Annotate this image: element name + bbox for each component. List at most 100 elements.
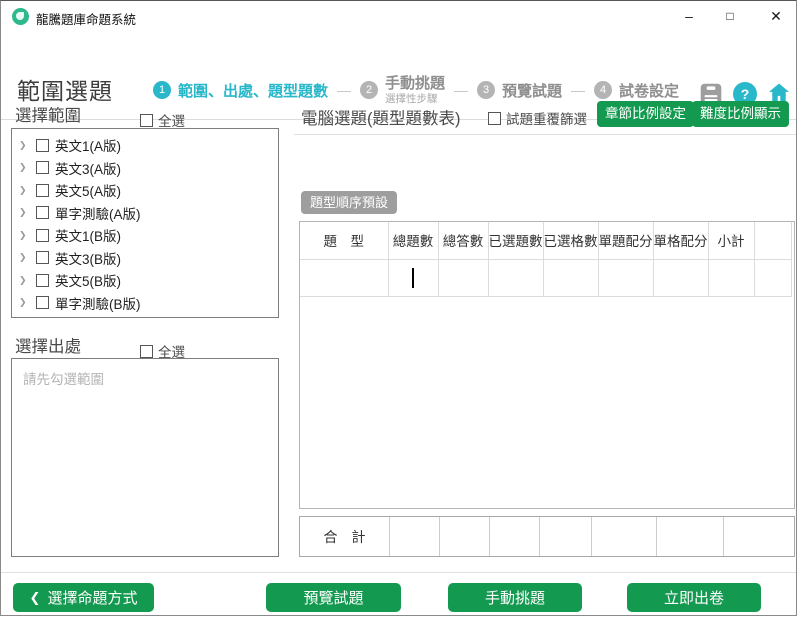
tree-item-checkbox[interactable] [36,251,49,264]
step-3-preview[interactable]: 3 預覽試題 [477,80,562,101]
app-window: 龍騰題庫命題系統 – □ ✕ 範圍選題 1 範圍、出處、題型題數 — 2 手動挑… [0,0,797,616]
type-order-preset-button[interactable]: 題型順序預設 [301,191,397,214]
step-4-label: 試卷設定 [619,80,679,101]
step-separator: — [337,82,351,98]
chevron-right-icon[interactable]: ❯ [19,207,32,218]
tree-item[interactable]: ❯ 英文5(B版) [12,269,278,292]
step-separator: — [571,82,585,98]
chevron-left-icon: ❮ [30,590,41,606]
range-select-all[interactable]: 全選 [140,110,185,130]
tree-item-checkbox[interactable] [36,184,49,197]
tree-item[interactable]: ❯ 英文3(A版) [12,157,278,180]
subtotal-cell[interactable] [708,259,754,296]
total-value-cell [724,517,794,556]
tree-item-checkbox[interactable] [36,274,49,287]
window-title: 龍騰題庫命題系統 [36,9,136,28]
tree-item-checkbox[interactable] [36,139,49,152]
step-2-badge: 2 [360,81,378,99]
empty-cell [754,259,791,296]
tree-item-checkbox[interactable] [36,206,49,219]
preview-questions-button[interactable]: 預覽試題 [266,583,401,612]
step-separator: — [454,82,468,98]
total-value-cell [657,517,724,556]
dedupe-filter[interactable]: 試題重覆篩選 [488,108,587,128]
col-header: 總題數 [388,222,438,259]
table-row [300,259,791,296]
range-tree: ❯ 英文1(A版) ❯ 英文3(A版) ❯ 英文5(A版) ❯ 單字測驗(A版)… [11,128,279,318]
generate-paper-label: 立即出卷 [664,587,724,608]
chevron-right-icon[interactable]: ❯ [19,275,32,286]
col-header: 單格配分 [653,222,708,259]
maximize-button[interactable]: □ [712,1,748,31]
titlebar: 龍騰題庫命題系統 – □ ✕ [1,1,796,31]
step-1-badge: 1 [153,81,171,99]
chevron-right-icon[interactable]: ❯ [19,185,32,196]
selected-count-cell[interactable] [488,259,543,296]
back-to-mode-button[interactable]: ❮ 選擇命題方式 [13,583,154,612]
chevron-right-icon[interactable]: ❯ [19,140,32,151]
step-1-range[interactable]: 1 範圍、出處、題型題數 [153,80,328,101]
tree-item-label: 單字測驗(A版) [55,203,141,223]
total-row: 合 計 [299,516,795,557]
tree-item[interactable]: ❯ 英文1(A版) [12,134,278,157]
tree-item-checkbox[interactable] [36,161,49,174]
tree-item[interactable]: ❯ 英文5(A版) [12,179,278,202]
difficulty-ratio-button[interactable]: 難度比例顯示 [692,101,789,127]
range-select-all-label: 全選 [158,110,185,130]
chevron-right-icon[interactable]: ❯ [19,297,32,308]
tree-item-label: 單字測驗(B版) [55,293,141,313]
source-select-all-checkbox[interactable] [140,345,153,358]
tree-item-label: 英文3(A版) [55,158,121,178]
step-2-manual-pick[interactable]: 2 手動挑題 選擇性步驟 [360,75,445,104]
page-header: 範圍選題 1 範圍、出處、題型題數 — 2 手動挑題 選擇性步驟 — 3 預覽試… [1,31,796,89]
dedupe-filter-checkbox[interactable] [488,112,501,125]
col-header: 小計 [708,222,754,259]
total-value-cell [592,517,657,556]
chevron-right-icon[interactable]: ❯ [19,230,32,241]
tree-item[interactable]: ❯ 單字測驗(B版) [12,292,278,315]
back-to-mode-label: 選擇命題方式 [47,587,137,608]
manual-pick-label: 手動挑題 [485,587,545,608]
source-list: 請先勾選範圍 [11,358,279,557]
step-1-label: 範圍、出處、題型題數 [178,80,328,101]
range-section-title: 選擇範圍 [15,102,81,126]
app-logo-icon [12,8,29,25]
step-2-sublabel: 選擇性步驟 [385,93,445,105]
total-value-cell [490,517,540,556]
total-value-cell [440,517,490,556]
answer-count-cell[interactable] [438,259,488,296]
manual-pick-button[interactable]: 手動挑題 [448,583,582,612]
chevron-right-icon[interactable]: ❯ [19,252,32,263]
selected-blank-cell[interactable] [543,259,598,296]
computer-pick-title: 電腦選題(題型題數表) [301,105,461,129]
col-header: 單題配分 [598,222,653,259]
close-button[interactable]: ✕ [758,1,794,31]
question-type-table: 題 型 總題數 總答數 已選題數 已選格數 單題配分 單格配分 小計 [299,221,795,509]
score-per-blank-cell[interactable] [653,259,708,296]
tree-item[interactable]: ❯ 英文3(B版) [12,247,278,270]
dedupe-filter-label: 試題重覆篩選 [506,108,587,128]
col-header: 總答數 [438,222,488,259]
tree-item[interactable]: ❯ 單字測驗(A版) [12,202,278,225]
tree-item[interactable]: ❯ 英文1(B版) [12,224,278,247]
footer-divider [1,572,796,573]
total-value-cell [390,517,440,556]
tree-item-label: 英文5(B版) [55,270,121,290]
type-cell[interactable] [300,259,388,296]
source-section-title: 選擇出處 [15,333,81,357]
generate-paper-button[interactable]: 立即出卷 [627,583,761,612]
minimize-button[interactable]: – [671,1,707,31]
source-placeholder: 請先勾選範圍 [12,359,278,388]
col-header [754,222,791,259]
tree-item-label: 英文5(A版) [55,180,121,200]
tree-item-checkbox[interactable] [36,296,49,309]
text-cursor [412,268,414,288]
tree-item-checkbox[interactable] [36,229,49,242]
step-4-paper-settings[interactable]: 4 試卷設定 [594,80,679,101]
chevron-right-icon[interactable]: ❯ [19,162,32,173]
chapter-ratio-button[interactable]: 章節比例設定 [597,101,694,127]
step-3-badge: 3 [477,81,495,99]
total-count-cell[interactable] [388,259,438,296]
range-select-all-checkbox[interactable] [140,114,153,127]
score-per-question-cell[interactable] [598,259,653,296]
